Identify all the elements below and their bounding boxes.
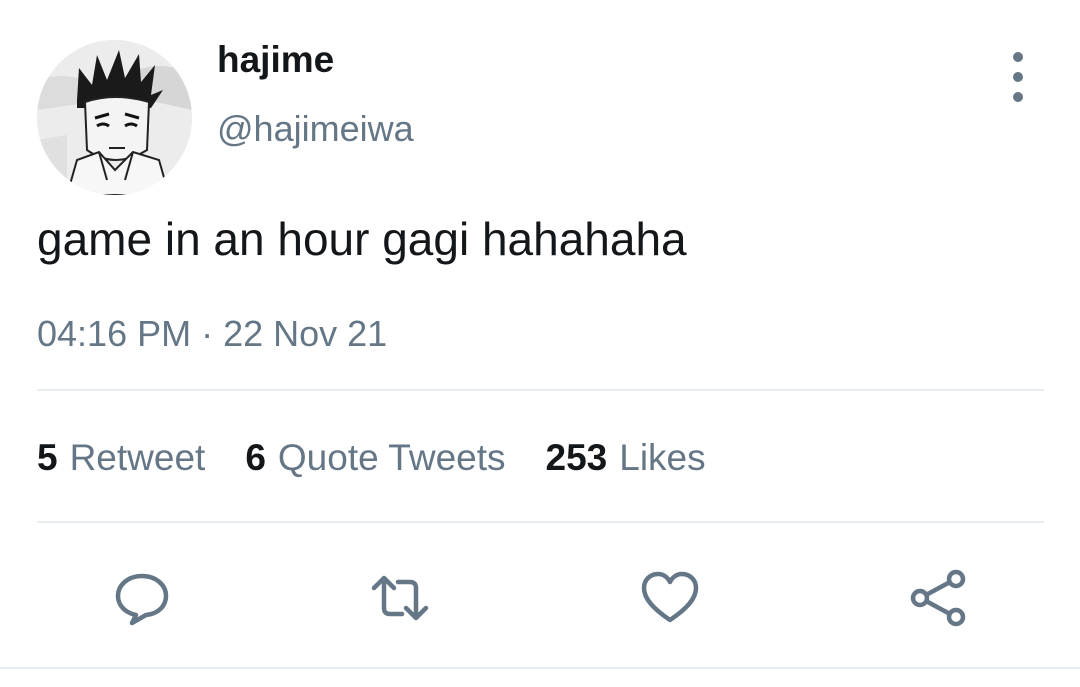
tweet-text: game in an hour gagi hahahaha: [37, 213, 687, 265]
retweet-button[interactable]: [370, 568, 430, 628]
tweet-stats: 5 Retweet 6 Quote Tweets 253 Likes: [37, 436, 706, 480]
divider: [0, 667, 1080, 669]
quote-count-number: 6: [245, 437, 266, 478]
more-dot: [1013, 52, 1023, 62]
divider: [37, 389, 1044, 391]
tweet-timestamp[interactable]: 04:16 PM · 22 Nov 21: [37, 312, 387, 355]
quote-count-label: Quote Tweets: [277, 437, 506, 478]
avatar[interactable]: [37, 40, 192, 195]
more-options-button[interactable]: [998, 52, 1038, 102]
reply-button[interactable]: [112, 568, 172, 628]
share-button[interactable]: [908, 568, 968, 628]
tweet-card: hajime @hajimeiwa game in an hour gagi h…: [0, 0, 1080, 687]
more-dot: [1013, 72, 1023, 82]
likes-count-number: 253: [545, 437, 608, 478]
heart-icon: [641, 571, 699, 623]
avatar-image: [37, 40, 192, 195]
retweet-count-number: 5: [37, 437, 58, 478]
likes-count-label: Likes: [619, 437, 706, 478]
quote-tweets-count[interactable]: 6 Quote Tweets: [245, 436, 505, 480]
retweet-icon: [371, 575, 429, 621]
display-name[interactable]: hajime: [217, 38, 334, 82]
retweet-count[interactable]: 5 Retweet: [37, 436, 205, 480]
likes-count[interactable]: 253 Likes: [546, 436, 706, 480]
comment-icon: [115, 573, 169, 626]
user-handle[interactable]: @hajimeiwa: [217, 107, 414, 150]
divider: [37, 521, 1044, 523]
like-button[interactable]: [640, 568, 700, 628]
share-icon: [910, 569, 966, 627]
more-dot: [1013, 92, 1023, 102]
retweet-count-label: Retweet: [69, 437, 206, 478]
